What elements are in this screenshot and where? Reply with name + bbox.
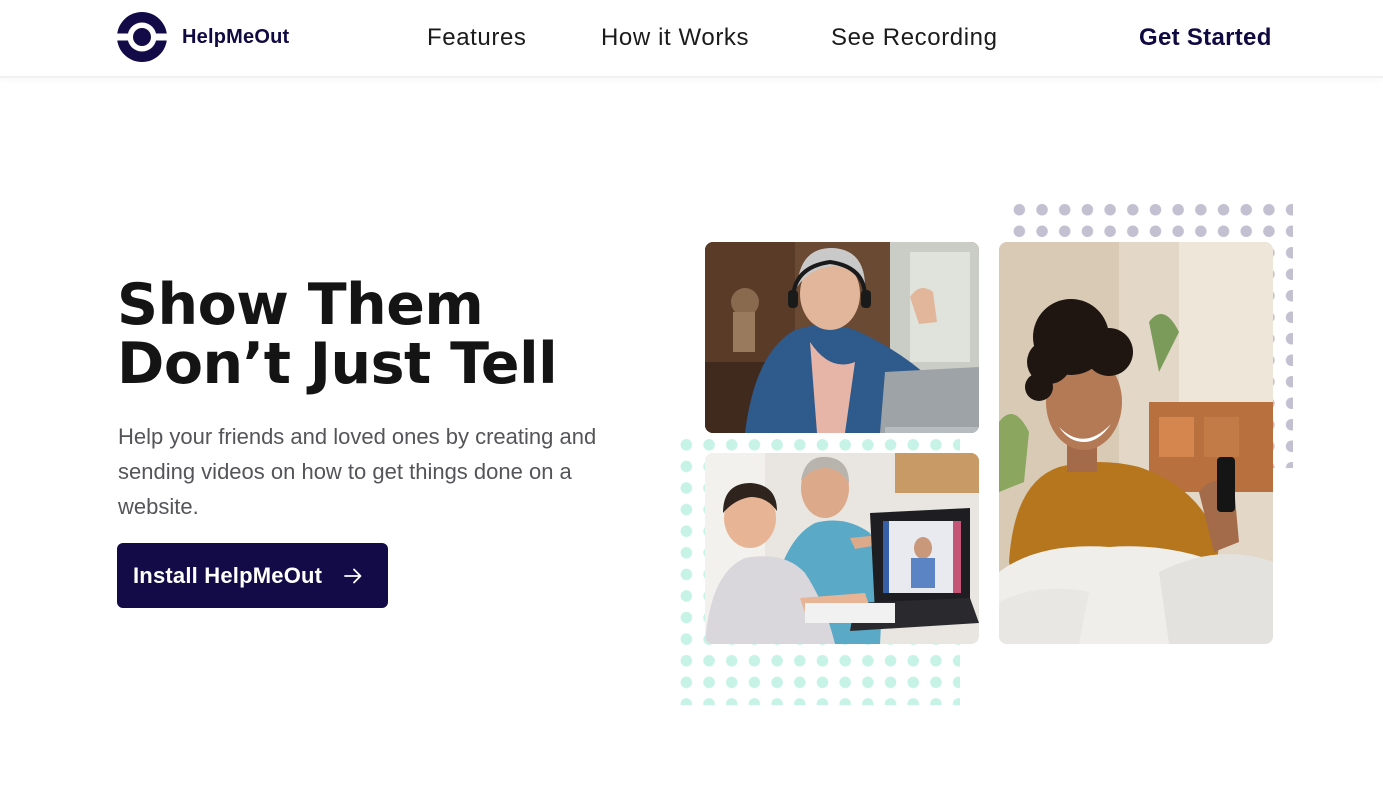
nav-link-features[interactable]: Features <box>427 24 527 52</box>
hero-title-line-2: Don’t Just Tell <box>117 331 558 397</box>
logo-icon <box>117 12 167 62</box>
woman-with-headphones-at-laptop-photo <box>705 242 979 433</box>
nav-link-how-it-works[interactable]: How it Works <box>601 24 749 52</box>
boy-and-grandfather-at-laptop-photo <box>705 453 979 644</box>
smiling-woman-with-phone-photo <box>999 242 1273 644</box>
arrow-right-icon <box>344 568 362 583</box>
logo[interactable]: HelpMeOut <box>117 12 289 62</box>
get-started-link[interactable]: Get Started <box>1139 24 1272 52</box>
hero-title-line-1: Show Them <box>117 272 484 338</box>
logo-text: HelpMeOut <box>182 25 290 48</box>
site-header: HelpMeOut Features How it Works See Reco… <box>0 0 1383 78</box>
nav-link-see-recording[interactable]: See Recording <box>831 24 998 52</box>
install-helpmeout-button[interactable]: Install HelpMeOut <box>117 543 388 608</box>
hero-title: Show Them Don’t Just Tell <box>117 276 637 394</box>
hero-subtitle: Help your friends and loved ones by crea… <box>118 424 597 519</box>
install-button-label: Install HelpMeOut <box>133 562 323 588</box>
